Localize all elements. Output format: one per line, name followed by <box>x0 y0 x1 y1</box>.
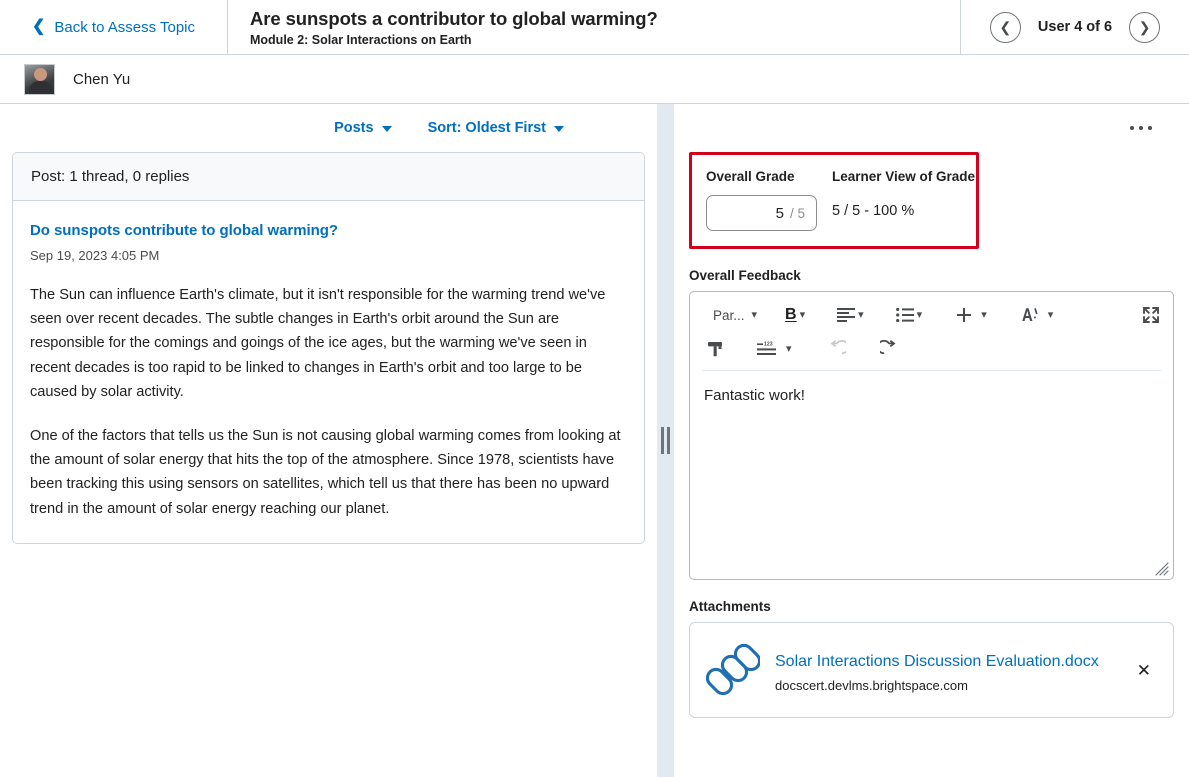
insert-plus-icon <box>957 308 972 322</box>
bulleted-list-icon <box>895 308 914 322</box>
user-counter-label: User 4 of 6 <box>1037 19 1113 35</box>
chevron-down-icon <box>554 126 564 132</box>
feedback-editor: Par... ▾ B ▾ ▾ ▾ ▾ ▾ 123 ▾ Fantastic wor… <box>689 291 1174 580</box>
undo-button[interactable] <box>823 336 851 362</box>
post-paragraph-1: The Sun can influence Earth's climate, b… <box>30 287 606 400</box>
user-pager: ❮ User 4 of 6 ❯ <box>960 0 1189 54</box>
chevron-down-icon: ▾ <box>786 342 792 355</box>
resize-grip-icon[interactable] <box>1155 562 1169 576</box>
font-style-icon <box>1022 308 1038 321</box>
back-button-label: Back to Assess Topic <box>54 18 196 36</box>
numbered-list-button[interactable]: 123 ▾ <box>752 337 797 361</box>
avatar <box>24 63 55 95</box>
chevron-left-circle-icon: ❮ <box>999 18 1012 35</box>
attachment-item: Solar Interactions Discussion Evaluation… <box>689 622 1174 718</box>
back-to-assess-topic-button[interactable]: ❮ Back to Assess Topic <box>0 0 228 54</box>
fullscreen-button[interactable] <box>1137 302 1165 328</box>
ellipsis-icon <box>1129 125 1134 131</box>
link-chain-icon <box>706 643 760 696</box>
posts-filter-label: Posts <box>334 120 374 136</box>
user-name-label: Chen Yu <box>73 70 131 88</box>
posts-toolbar: Posts Sort: Oldest First <box>0 104 657 152</box>
user-bar: Chen Yu <box>0 55 1189 104</box>
format-painter-button[interactable] <box>702 336 730 362</box>
chevron-down-icon <box>381 126 392 132</box>
font-style-button[interactable]: ▾ <box>1016 303 1059 327</box>
post-paragraph-2: One of the factors that tells us the Sun… <box>30 428 621 517</box>
learner-view-value: 5 / 5 - 100 % <box>832 203 915 219</box>
learner-view-label: Learner View of Grade <box>832 169 976 184</box>
previous-user-button[interactable]: ❮ <box>989 11 1021 43</box>
next-user-button[interactable]: ❯ <box>1129 11 1161 43</box>
fullscreen-icon <box>1143 307 1159 323</box>
paragraph-format-label: Par... <box>713 307 745 323</box>
close-x-icon: ✕ <box>1136 660 1151 680</box>
overall-grade-section: Overall Grade 5 / 5 Learner View of Grad… <box>689 152 979 249</box>
attachments-label: Attachments <box>689 599 771 614</box>
feedback-textarea[interactable]: Fantastic work! <box>690 371 1173 579</box>
grade-score-value: 5 <box>775 204 784 222</box>
thread-summary: Post: 1 thread, 0 replies <box>13 153 644 201</box>
align-left-icon <box>837 308 856 322</box>
thread-body: Do sunspots contribute to global warming… <box>13 201 644 543</box>
grade-denominator: / 5 <box>789 205 805 221</box>
more-options-button[interactable] <box>1124 120 1159 137</box>
content-area: Posts Sort: Oldest First Post: 1 thread,… <box>0 104 1189 777</box>
page-title-block: Are sunspots a contributor to global war… <box>228 0 960 54</box>
insert-button[interactable]: ▾ <box>951 303 992 327</box>
redo-icon <box>879 340 896 355</box>
attachment-host: docscert.devlms.brightspace.com <box>775 677 968 693</box>
format-painter-icon <box>708 342 722 357</box>
page-subtitle: Module 2: Solar Interactions on Earth <box>250 32 472 47</box>
post-date: Sep 19, 2023 4:05 PM <box>30 248 160 263</box>
chevron-down-icon: ▾ <box>858 308 864 321</box>
page-title: Are sunspots a contributor to global war… <box>250 7 658 29</box>
numbered-list-icon: 123 <box>757 341 776 355</box>
editor-toolbar: Par... ▾ B ▾ ▾ ▾ ▾ ▾ 123 ▾ <box>690 292 1173 371</box>
bulleted-list-button[interactable]: ▾ <box>891 304 928 326</box>
assessment-page: ❮ Back to Assess Topic Are sunspots a co… <box>0 0 1189 777</box>
post-title-link[interactable]: Do sunspots contribute to global warming… <box>30 222 626 239</box>
posts-panel: Posts Sort: Oldest First Post: 1 thread,… <box>0 104 657 777</box>
chevron-down-icon: ▾ <box>751 308 758 321</box>
thread-card: Post: 1 thread, 0 replies Do sunspots co… <box>12 152 645 544</box>
sort-dropdown[interactable]: Sort: Oldest First <box>428 120 564 136</box>
chevron-left-icon: ❮ <box>31 18 46 35</box>
overall-grade-label: Overall Grade <box>706 169 795 184</box>
overall-grade-input[interactable]: 5 / 5 <box>706 195 817 231</box>
svg-text:123: 123 <box>764 341 773 347</box>
chevron-right-circle-icon: ❯ <box>1138 18 1151 35</box>
chevron-down-icon: ▾ <box>799 308 806 321</box>
evaluation-panel: Overall Grade 5 / 5 Learner View of Grad… <box>674 104 1189 777</box>
align-button[interactable]: ▾ <box>832 304 869 326</box>
chevron-down-icon: ▾ <box>916 308 923 321</box>
panel-splitter[interactable] <box>657 104 674 777</box>
page-header: ❮ Back to Assess Topic Are sunspots a co… <box>0 0 1189 55</box>
chevron-down-icon: ▾ <box>1047 308 1054 321</box>
vertical-drag-handle-icon <box>661 427 670 454</box>
overall-feedback-label: Overall Feedback <box>689 268 801 283</box>
more-options-row <box>687 104 1174 152</box>
bold-icon: B <box>785 306 797 323</box>
chevron-down-icon: ▾ <box>981 308 987 321</box>
undo-icon <box>830 340 846 355</box>
remove-attachment-button[interactable]: ✕ <box>1129 656 1159 685</box>
redo-button[interactable] <box>875 336 903 362</box>
attachment-name-link[interactable]: Solar Interactions Discussion Evaluation… <box>775 648 1114 675</box>
sort-label: Sort: Oldest First <box>427 120 546 136</box>
paragraph-format-dropdown[interactable]: Par... ▾ <box>702 300 762 331</box>
bold-button[interactable]: B ▾ <box>780 303 810 327</box>
posts-filter-dropdown[interactable]: Posts <box>334 120 392 136</box>
